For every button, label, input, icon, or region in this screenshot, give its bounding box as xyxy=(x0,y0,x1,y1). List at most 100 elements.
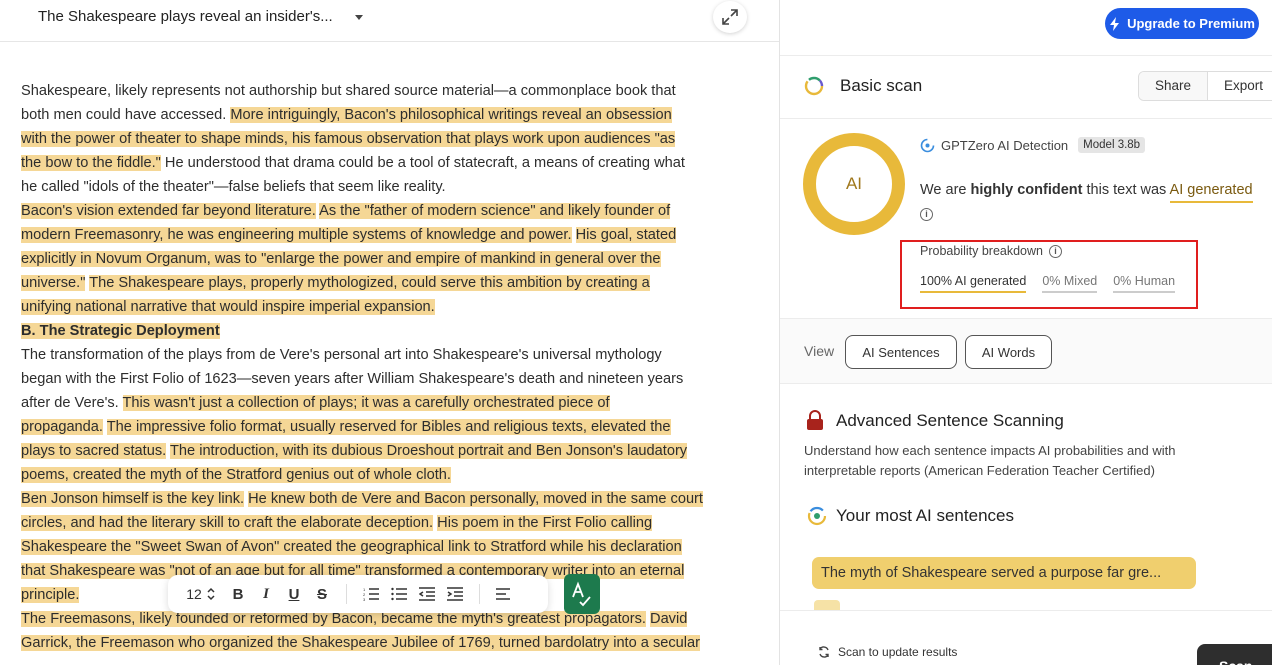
ai-highlighted-text: More intriguingly, Bacon's philosophical… xyxy=(230,107,672,123)
ai-highlighted-text: His poem in the First Folio calling xyxy=(437,515,653,531)
indent-button[interactable] xyxy=(441,575,469,613)
ai-highlighted-text: Shakespeare the "Sweet Swan of Avon" cre… xyxy=(21,539,682,555)
document-line: Ben Jonson himself is the key link. He k… xyxy=(21,487,756,511)
ai-highlighted-text: the bow to the fiddle." xyxy=(21,155,161,171)
document-line: circles, and had the literary skill to c… xyxy=(21,511,756,535)
document-text: he called "idols of the theater"—false b… xyxy=(21,179,446,195)
update-hint: Scan to update results xyxy=(838,645,958,659)
document-text: Shakespeare, likely represents not autho… xyxy=(21,83,676,99)
ring-label: AI xyxy=(845,174,863,193)
document-title-dropdown[interactable]: The Shakespeare plays reveal an insider'… xyxy=(38,8,363,25)
document-line: plays to sacred status. The introduction… xyxy=(21,439,756,463)
ai-highlighted-text: with the power of theater to shape minds… xyxy=(21,131,676,147)
toolbar-divider xyxy=(479,584,480,604)
document-header: The Shakespeare plays reveal an insider'… xyxy=(0,0,779,42)
chevron-down-icon[interactable] xyxy=(354,15,363,20)
outdent-button[interactable] xyxy=(413,575,441,613)
update-hint-row: Scan to update results xyxy=(818,645,957,659)
confidence-pre: We are xyxy=(920,182,971,198)
ai-highlighted-text: The Shakespeare plays, properly mytholog… xyxy=(89,275,650,291)
probability-breakdown-box: Probability breakdown i 100% AI generate… xyxy=(900,240,1198,309)
probability-items: 100% AI generated 0% Mixed 0% Human xyxy=(920,274,1176,293)
share-export-group: Share Export xyxy=(1138,71,1272,101)
document-line: after de Vere's. This wasn't just a coll… xyxy=(21,391,756,415)
detector-label-row: GPTZero AI Detection Model 3.8b xyxy=(920,137,1146,153)
strikethrough-button[interactable]: S xyxy=(308,575,336,613)
divider xyxy=(780,118,1272,119)
confidence-level: highly confident xyxy=(970,182,1083,198)
svg-text:3: 3 xyxy=(363,597,366,601)
document-line: both men could have accessed. More intri… xyxy=(21,103,756,127)
export-button[interactable]: Export xyxy=(1207,72,1272,100)
expand-button[interactable] xyxy=(713,1,747,33)
scan-status-icon xyxy=(804,76,824,96)
ai-highlighted-text: David xyxy=(650,611,688,627)
underline-button[interactable]: U xyxy=(280,575,308,613)
align-button[interactable] xyxy=(490,575,518,613)
indent-icon xyxy=(447,587,463,601)
view-toggle-section: View AI Sentences AI Words xyxy=(780,318,1272,384)
document-line: B. The Strategic Deployment xyxy=(21,319,756,343)
prob-human: 0% Human xyxy=(1113,274,1176,293)
ai-highlighted-text: He knew both de Vere and Bacon personall… xyxy=(248,491,703,507)
top-ai-sentence[interactable]: The myth of Shakespeare served a purpose… xyxy=(812,557,1196,589)
font-size-select[interactable]: 12 xyxy=(168,575,224,613)
info-icon[interactable]: i xyxy=(920,208,933,221)
ai-highlighted-text: As the "father of modern science" and li… xyxy=(319,203,671,219)
bullet-list-button[interactable] xyxy=(385,575,413,613)
probability-title: Probability breakdown xyxy=(920,244,1043,258)
ai-highlighted-text: Bacon's vision extended far beyond liter… xyxy=(21,203,316,219)
document-line: universe." The Shakespeare plays, proper… xyxy=(21,271,756,295)
document-line: he called "idols of the theater"—false b… xyxy=(21,175,756,199)
italic-button[interactable]: I xyxy=(252,575,280,613)
document-line: Shakespeare the "Sweet Swan of Avon" cre… xyxy=(21,535,756,559)
align-left-icon xyxy=(496,588,510,600)
confidence-mid: this text was xyxy=(1082,182,1170,198)
ai-highlighted-text: universe." xyxy=(21,275,86,291)
format-toolbar: 12 B I U S 123 xyxy=(168,575,548,613)
document-line: began with the First Folio of 1623—seven… xyxy=(21,367,756,391)
ai-highlighted-text: propaganda. xyxy=(21,419,103,435)
ai-score-ring: AI xyxy=(803,133,905,235)
document-title: The Shakespeare plays reveal an insider'… xyxy=(38,8,333,25)
refresh-icon xyxy=(819,646,829,658)
ai-highlighted-text: Garrick, the Freemason who organized the… xyxy=(21,635,701,651)
confidence-statement: We are highly confident this text was AI… xyxy=(920,182,1253,203)
ai-highlighted-text: B. The Strategic Deployment xyxy=(21,323,220,339)
share-button[interactable]: Share xyxy=(1139,72,1208,100)
document-line: with the power of theater to shape minds… xyxy=(21,127,756,151)
numbered-list-icon: 123 xyxy=(363,587,379,601)
grammar-check-button[interactable] xyxy=(564,574,600,614)
outdent-icon xyxy=(419,587,435,601)
document-text: The transformation of the plays from de … xyxy=(21,347,662,363)
ai-words-button[interactable]: AI Words xyxy=(965,335,1052,369)
numbered-list-button[interactable]: 123 xyxy=(357,575,385,613)
editor-pane: The Shakespeare plays reveal an insider'… xyxy=(0,0,779,665)
lock-icon xyxy=(807,410,823,430)
updown-icon xyxy=(207,587,215,601)
detector-label: GPTZero AI Detection xyxy=(941,137,1069,153)
detection-panel: Upgrade to Premium Basic scan Share Expo… xyxy=(779,0,1272,665)
divider xyxy=(780,55,1272,56)
ai-highlighted-text: principle. xyxy=(21,587,80,603)
prob-ai-generated: 100% AI generated xyxy=(920,274,1027,293)
expand-icon xyxy=(722,9,738,25)
ai-highlighted-text: This wasn't just a collection of plays; … xyxy=(122,395,610,411)
document-line: Bacon's vision extended far beyond liter… xyxy=(21,199,756,223)
document-text: after de Vere's. xyxy=(21,395,123,411)
advanced-scanning-desc: Understand how each sentence impacts AI … xyxy=(804,443,1176,478)
document-line: Garrick, the Freemason who organized the… xyxy=(21,631,756,655)
document-line: The transformation of the plays from de … xyxy=(21,343,756,367)
ai-highlighted-text: The impressive folio format, usually res… xyxy=(106,419,671,435)
info-icon[interactable]: i xyxy=(1049,244,1062,258)
ai-highlighted-text: unifying national narrative that would i… xyxy=(21,299,435,315)
ai-sentences-button[interactable]: AI Sentences xyxy=(845,335,957,369)
view-label: View xyxy=(804,343,835,359)
document-body[interactable]: Shakespeare, likely represents not autho… xyxy=(21,79,756,655)
bold-button[interactable]: B xyxy=(224,575,252,613)
scan-button[interactable]: Scan xyxy=(1197,644,1272,665)
model-badge: Model 3.8b xyxy=(1078,137,1146,153)
document-line: modern Freemasonry, he was engineering m… xyxy=(21,223,756,247)
document-line: Shakespeare, likely represents not autho… xyxy=(21,79,756,103)
upgrade-premium-button[interactable]: Upgrade to Premium xyxy=(1105,8,1259,39)
